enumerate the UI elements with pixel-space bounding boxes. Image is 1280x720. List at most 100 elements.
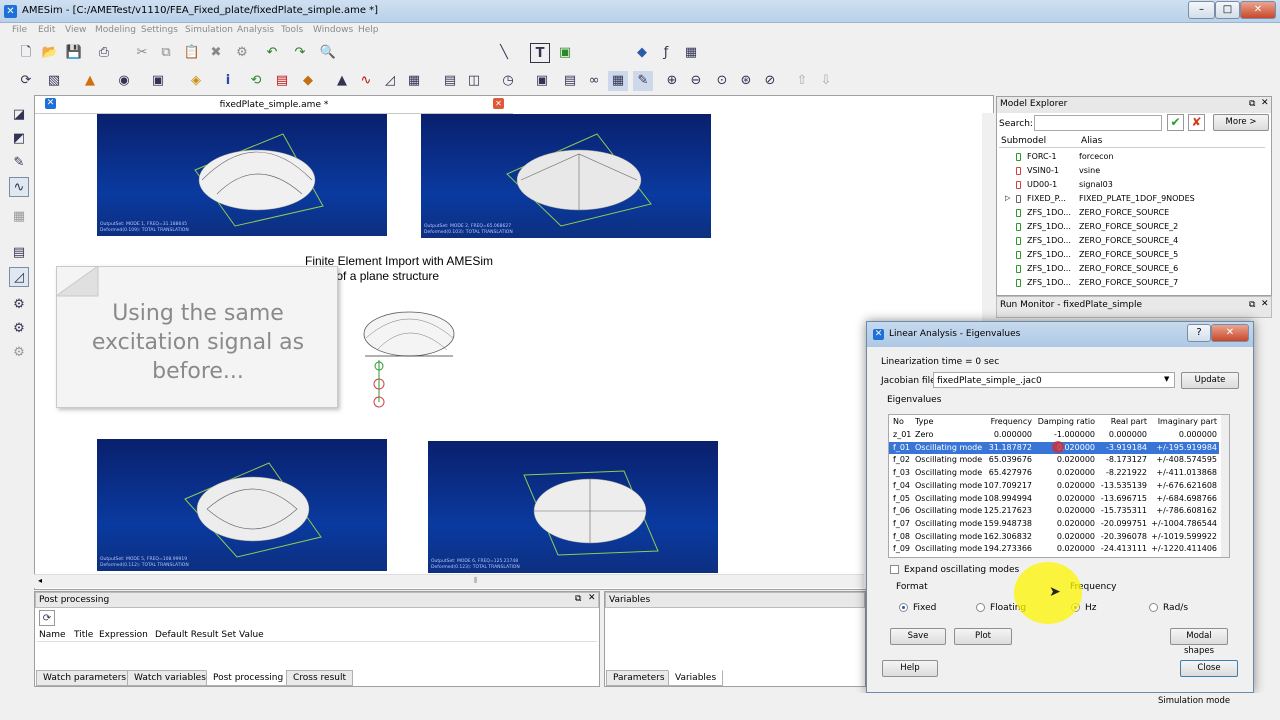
explorer-row[interactable]: ZFS_1DO... ZERO_FORCE_SOURCE_4 [997,234,1267,248]
zoom-in-icon[interactable]: ⊕ [662,71,682,91]
more-button[interactable]: More > [1213,114,1269,131]
eigen-row[interactable]: f_08 Oscillating mode 162.306832 0.020000 -2… [889,531,1219,544]
menu-view[interactable]: View [65,25,86,35]
python-icon[interactable]: ◆ [632,43,652,63]
close-window-button[interactable]: ✕ [1240,1,1276,19]
globe-icon[interactable]: ◉ [114,71,134,91]
monitor-icon[interactable]: ▤ [272,71,292,91]
eigen-row[interactable]: f_05 Oscillating mode 108.994994 0.020000 -1… [889,493,1219,506]
dialog-help-icon[interactable]: ? [1187,324,1211,342]
sketch-icon[interactable]: ◪ [9,105,29,125]
delete-icon[interactable]: ✖ [206,43,226,63]
report-icon[interactable]: ▤ [9,243,29,263]
batch-icon[interactable]: ◆ [298,71,318,91]
export-icon[interactable]: ▤ [440,71,460,91]
eigen-row[interactable]: f_04 Oscillating mode 107.709217 0.020000 -1… [889,480,1219,493]
image-tool-icon[interactable]: ▣ [555,43,575,63]
zoom-area-icon[interactable]: ⊛ [736,71,756,91]
menu-analysis[interactable]: Analysis [237,25,274,35]
explorer-row[interactable]: ZFS_1DO... ZERO_FORCE_SOURCE_7 [997,276,1267,290]
table-plot-icon[interactable]: ▦ [404,71,424,91]
redo-icon[interactable]: ↷ [290,43,310,63]
paste-icon[interactable]: 📋 [182,43,202,63]
zoom-fit-icon[interactable]: ⊙ [712,71,732,91]
expand-arrow-icon[interactable]: ▷ [1005,194,1010,202]
library-icon[interactable]: ▣ [148,71,168,91]
eigen-icon[interactable]: ▤ [560,71,580,91]
eigen-row[interactable]: f_02 Oscillating mode 65.039676 0.020000 -8.… [889,454,1219,467]
menu-windows[interactable]: Windows [313,25,353,35]
link-icon[interactable]: ⟳ [16,71,36,91]
search-clear-icon[interactable]: ✘ [1188,114,1205,131]
float-explorer-icon[interactable]: ⧉ [1249,99,1255,109]
clock-icon[interactable]: ◷ [498,71,518,91]
cone-icon[interactable]: ▲ [80,71,100,91]
document-tab[interactable]: ✕ fixedPlate_simple.ame * ✕ [35,96,513,114]
zoom-reset-icon[interactable]: ⊘ [760,71,780,91]
settings-gear-icon[interactable]: ⚙ [9,295,29,315]
explorer-row[interactable]: UD00-1 signal03 [997,178,1267,192]
line-tool-icon[interactable]: ╲ [494,43,514,63]
cut-icon[interactable]: ✂ [132,43,152,63]
undo-icon[interactable]: ↶ [262,43,282,63]
eigen-row[interactable]: f_07 Oscillating mode 159.948738 0.020000 -2… [889,518,1219,531]
search-input[interactable] [1034,115,1162,131]
zoom-out-icon[interactable]: ⊖ [686,71,706,91]
new-file-icon[interactable]: 🗋 [16,43,36,63]
tab-watch-variables[interactable]: Watch variables [127,670,213,686]
eigen-row[interactable]: z_01 Zero 0.000000 -1.000000 0.000000 0.00000… [889,429,1219,442]
close-explorer-icon[interactable]: ✕ [1261,98,1269,108]
copy-icon[interactable]: ⧉ [156,43,176,63]
text-tool-icon[interactable]: T [530,43,550,63]
dialog-close-icon[interactable]: ✕ [1211,324,1249,342]
parameter-icon[interactable]: ◈ [186,71,206,91]
sketch-mode-icon[interactable]: ▧ [44,71,64,91]
table-icon[interactable]: ▦ [681,43,701,63]
menu-settings[interactable]: Settings [141,25,178,35]
component-icon[interactable]: ⚙ [232,43,252,63]
explorer-row[interactable]: ZFS_1DO... ZERO_FORCE_SOURCE_5 [997,248,1267,262]
eigen-row[interactable]: f_03 Oscillating mode 65.427976 0.020000 -8.… [889,467,1219,480]
update-button[interactable]: Update [1181,372,1239,389]
document-horizontal-scrollbar[interactable]: ◂ ⦀ [34,574,864,588]
function-icon[interactable]: ƒ [656,43,676,63]
minimize-button[interactable]: – [1188,1,1215,19]
tab-variables[interactable]: Variables [668,670,724,686]
float-run-monitor-icon[interactable]: ⧉ [1249,300,1255,310]
search-confirm-icon[interactable]: ✔ [1167,114,1184,131]
modal-shapes-button[interactable]: Modal shapes [1170,628,1228,656]
eigen-scrollbar[interactable] [1221,415,1229,557]
arrow-down-icon[interactable]: ⇩ [816,71,836,91]
find-icon[interactable]: 🔍 [318,43,338,63]
explorer-row[interactable]: ZFS_1DO... ZERO_FORCE_SOURCE_6 [997,262,1267,276]
select-icon[interactable]: ▦ [608,71,628,91]
scroll-left-icon[interactable]: ◂ [38,576,42,585]
menu-file[interactable]: File [12,25,27,35]
info-icon[interactable]: i [218,71,238,91]
refresh-icon[interactable]: ⟳ [39,610,55,626]
jacobian-select[interactable]: fixedPlate_simple_.jac0 ▼ [933,372,1175,388]
tab-watch-parameters[interactable]: Watch parameters [36,670,134,686]
menu-simulation[interactable]: Simulation [185,25,233,35]
menu-modeling[interactable]: Modeling [95,25,136,35]
menu-edit[interactable]: Edit [38,25,55,35]
save-icon[interactable]: 💾 [64,43,84,63]
eigen-row[interactable]: f_06 Oscillating mode 125.217623 0.020000 -1… [889,505,1219,518]
plot-button[interactable]: Plot [954,628,1012,645]
expand-checkbox[interactable] [890,565,899,574]
close-tab-icon[interactable]: ✕ [493,98,504,109]
xy-plot-icon[interactable]: ◿ [380,71,400,91]
save-button[interactable]: Save [890,628,946,645]
graph-icon[interactable]: ◫ [464,71,484,91]
open-folder-icon[interactable]: 📂 [40,43,60,63]
tab-parameters[interactable]: Parameters [606,670,672,686]
tab-cross-result[interactable]: Cross result [286,670,353,686]
activity-icon[interactable]: ∞ [584,71,604,91]
linear-analysis-icon[interactable]: ▣ [532,71,552,91]
run-icon[interactable]: ⟲ [246,71,266,91]
explorer-row[interactable]: VSIN0-1 vsine [997,164,1267,178]
edit-icon[interactable]: ✎ [633,71,653,91]
explorer-row[interactable]: ZFS_1DO... ZERO_FORCE_SOURCE [997,206,1267,220]
explorer-row[interactable]: ▷ FIXED_P... FIXED_PLATE_1DOF_9NODES [997,192,1267,206]
menu-help[interactable]: Help [358,25,379,35]
